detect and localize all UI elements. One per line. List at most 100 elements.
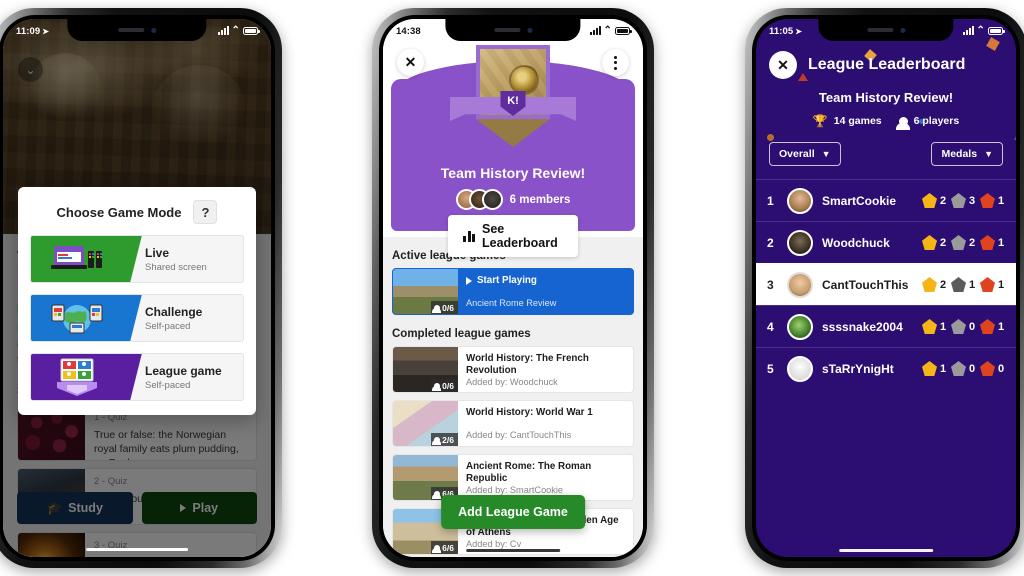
help-button[interactable]: ?: [193, 200, 218, 224]
play-triangle-icon: [466, 276, 472, 285]
choose-game-mode-modal: Choose Game Mode ? Live Shared screen Ch…: [18, 187, 256, 415]
silver-medal-icon: [951, 361, 966, 376]
signal-bars-icon: [217, 26, 229, 35]
completed-game-card[interactable]: 0/6 World History: The French Revolution…: [392, 346, 634, 393]
medal-counts: 1 0 1: [922, 319, 1005, 334]
notch: [818, 19, 954, 41]
avatar: [481, 189, 503, 210]
league-name: Team History Review!: [818, 90, 954, 105]
medals-filter-dropdown[interactable]: Medals ▼: [931, 142, 1003, 166]
gold-medal: 2: [922, 193, 947, 208]
players-count: 2/6: [442, 434, 454, 445]
close-x-icon: ✕: [777, 56, 789, 73]
phone-2-screen: ✕ K! Team History Review! 6 members See …: [383, 19, 643, 557]
medal-counts: 1 0 0: [922, 361, 1005, 376]
home-indicator: [839, 548, 933, 552]
game-body: Start Playing Ancient Rome Review: [458, 269, 633, 314]
badge-point-shape: [476, 119, 550, 147]
gold-medal: 2: [922, 277, 947, 292]
chevron-down-icon: ▼: [821, 149, 831, 159]
leaderboard-row[interactable]: 4 ssssnake2004 1 0 1: [756, 305, 1016, 347]
gold-medal: 2: [922, 235, 947, 250]
game-added-by: Added by: CantTouchThis: [466, 430, 572, 440]
player-name: ssssnake2004: [822, 319, 903, 334]
league-badge: K!: [450, 45, 576, 147]
gold-count: 2: [940, 278, 947, 291]
bronze-medal-icon: [980, 277, 995, 292]
close-button[interactable]: ✕: [769, 51, 797, 79]
close-x-icon: ✕: [404, 54, 417, 70]
question-mark-icon: ?: [201, 204, 210, 220]
active-game-card[interactable]: 0/6 Start Playing Ancient Rome Review: [392, 268, 634, 315]
bronze-medal: 1: [980, 193, 1005, 208]
phone-3-leaderboard: ✕ League Leaderboard Team History Review…: [745, 8, 1024, 568]
avatar: [787, 355, 813, 382]
players-count: 6/6: [442, 542, 454, 553]
game-title: World History: World War 1: [466, 407, 593, 418]
games-count: 14 games: [833, 115, 882, 127]
game-mode-challenge[interactable]: Challenge Self-paced: [30, 294, 244, 342]
games-stat: 🏆 14 games: [813, 114, 882, 128]
overall-filter-label: Overall: [779, 148, 815, 160]
bronze-medal-icon: [980, 319, 995, 334]
bronze-medal: 1: [980, 277, 1005, 292]
bronze-count: 1: [998, 278, 1005, 291]
leaderboard-row-current-user[interactable]: 3 CantTouchThis 2 1 1: [756, 263, 1016, 305]
silver-count: 3: [969, 194, 976, 207]
rank: 4: [767, 319, 774, 334]
bar-chart-icon: [463, 230, 475, 242]
see-leaderboard-button[interactable]: See Leaderboard: [448, 215, 578, 257]
status-right: ⌃: [589, 26, 632, 36]
mode-name: Challenge: [145, 304, 203, 319]
gold-count: 2: [940, 194, 947, 207]
add-league-game-button[interactable]: Add League Game: [441, 495, 585, 529]
league-mode-artwork: [31, 354, 123, 400]
home-indicator: [86, 547, 188, 551]
game-added-by: Added by: SmartCookie: [466, 484, 564, 495]
completed-game-card[interactable]: 6/6 Ancient Rome: The Roman Republic Add…: [392, 454, 634, 501]
badge-point: [472, 119, 554, 153]
game-mode-league[interactable]: League game Self-paced: [30, 353, 244, 401]
status-left: 11:09 ➤: [16, 26, 49, 37]
status-time: 14:38: [396, 25, 421, 37]
game-mode-live[interactable]: Live Shared screen: [30, 235, 244, 283]
leaderboard-rows: 1 SmartCookie 2 3 1 2 Woodchuck 2 2 1 3 …: [756, 179, 1016, 389]
members-count: 6 members: [509, 193, 571, 206]
players-count: 0/6: [442, 302, 454, 313]
gold-medal: 1: [922, 361, 947, 376]
front-camera: [527, 27, 532, 33]
gold-medal-icon: [922, 193, 937, 208]
silver-count: 0: [969, 320, 976, 333]
leaderboard-row[interactable]: 2 Woodchuck 2 2 1: [756, 221, 1016, 263]
mode-subtitle: Self-paced: [145, 320, 191, 332]
person-icon: [432, 544, 442, 553]
home-indicator: [466, 548, 560, 552]
speaker-grille: [867, 28, 893, 32]
player-name: SmartCookie: [822, 193, 897, 208]
silver-medal: 0: [951, 319, 976, 334]
battery-icon: [615, 27, 632, 35]
bronze-medal: 0: [980, 361, 1005, 376]
gold-count: 1: [940, 362, 947, 375]
silver-medal-icon: [951, 277, 966, 292]
silver-count: 0: [969, 362, 976, 375]
phone-3-bezel: ✕ League Leaderboard Team History Review…: [752, 15, 1020, 561]
status-right: ⌃: [217, 26, 260, 36]
start-playing-label: Start Playing: [477, 275, 537, 286]
more-options-button[interactable]: [602, 49, 629, 76]
close-button[interactable]: ✕: [397, 49, 424, 76]
page-title: League Leaderboard: [808, 56, 966, 73]
overall-filter-dropdown[interactable]: Overall ▼: [769, 142, 841, 166]
completed-game-card[interactable]: 2/6 World History: World War 1 Added by:…: [392, 400, 634, 447]
player-name: CantTouchThis: [822, 277, 909, 292]
mode-name: League game: [145, 363, 222, 378]
avatar: [787, 313, 813, 340]
silver-medal-icon: [951, 319, 966, 334]
leaderboard-row[interactable]: 5 sTaRrYnigHt 1 0 0: [756, 347, 1016, 389]
leaderboard-row[interactable]: 1 SmartCookie 2 3 1: [756, 179, 1016, 221]
bronze-count: 1: [998, 320, 1005, 333]
gold-medal-icon: [922, 361, 937, 376]
status-left: 14:38: [396, 26, 421, 37]
game-title: Ancient Rome: The Roman Republic: [466, 461, 592, 484]
start-playing-row: Start Playing: [466, 275, 625, 286]
